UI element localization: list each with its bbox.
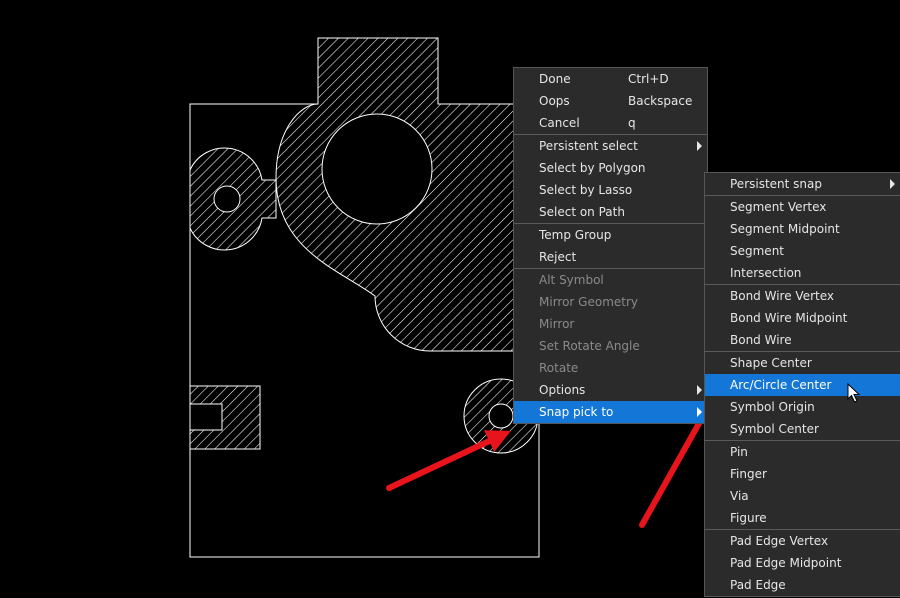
menu-item-label: Pin xyxy=(730,445,748,459)
menu-item-label: Cancel xyxy=(539,116,580,130)
left-pad-hatched[interactable] xyxy=(189,147,277,251)
menu-item-label: Bond Wire Midpoint xyxy=(730,311,848,325)
menu-item-label: Persistent select xyxy=(539,139,638,153)
snap-menu-item-bond-wire-vertex[interactable]: Bond Wire Vertex xyxy=(705,285,900,307)
context-menu-item-set-rotate-angle: Set Rotate Angle xyxy=(514,335,707,357)
menu-item-label: Pad Edge Vertex xyxy=(730,534,829,548)
menu-item-label: Done xyxy=(539,72,571,86)
menu-item-label: Arc/Circle Center xyxy=(730,378,832,392)
snap-menu-item-intersection[interactable]: Intersection xyxy=(705,262,900,284)
menu-item-label: Mirror Geometry xyxy=(539,295,639,309)
menu-item-label: Oops xyxy=(539,94,570,108)
context-menu-item-persistent-select[interactable]: Persistent select xyxy=(514,135,707,157)
snap-menu-item-bond-wire-midpoint[interactable]: Bond Wire Midpoint xyxy=(705,307,900,329)
menu-item-label: Persistent snap xyxy=(730,177,823,191)
snap-menu-item-via[interactable]: Via xyxy=(705,485,900,507)
snap-menu-item-pad-edge[interactable]: Pad Edge xyxy=(705,574,900,596)
context-menu[interactable]: Done Ctrl+D Oops Backspace Cancel q Persistent… xyxy=(513,67,708,424)
menu-item-label: Via xyxy=(730,489,749,503)
snap-menu-item-bond-wire[interactable]: Bond Wire xyxy=(705,329,900,351)
snap-menu-item-pad-edge-midpoint[interactable]: Pad Edge Midpoint xyxy=(705,552,900,574)
context-menu-item-done[interactable]: Done Ctrl+D xyxy=(514,68,707,90)
menu-item-label: Bond Wire xyxy=(730,333,792,347)
snap-menu-item-symbol-center[interactable]: Symbol Center xyxy=(705,418,900,440)
snap-menu-item-arc-circle-center[interactable]: Arc/Circle Center xyxy=(705,374,900,396)
menu-item-label: Mirror xyxy=(539,317,575,331)
menu-item-label: Shape Center xyxy=(730,356,812,370)
menu-item-label: Options xyxy=(539,383,586,397)
mouse-pointer-icon xyxy=(847,383,861,403)
snap-menu-item-persistent-snap[interactable]: Persistent snap xyxy=(705,173,900,195)
menu-item-label: Snap pick to xyxy=(539,405,614,419)
context-menu-item-rotate: Rotate xyxy=(514,357,707,379)
snap-menu-item-segment[interactable]: Segment xyxy=(705,240,900,262)
context-menu-item-mirror-geometry: Mirror Geometry xyxy=(514,291,707,313)
menu-item-shortcut: Ctrl+D xyxy=(628,72,669,86)
snap-menu-item-segment-midpoint[interactable]: Segment Midpoint xyxy=(705,218,900,240)
snap-pick-submenu[interactable]: Persistent snap Segment Vertex Segment Mid… xyxy=(704,172,900,597)
snap-menu-item-segment-vertex[interactable]: Segment Vertex xyxy=(705,196,900,218)
context-menu-item-cancel[interactable]: Cancel q xyxy=(514,112,707,134)
context-menu-item-alt-symbol: Alt Symbol xyxy=(514,269,707,291)
menu-item-label: Set Rotate Angle xyxy=(539,339,640,353)
chevron-right-icon xyxy=(697,385,702,395)
context-menu-item-select-by-lasso[interactable]: Select by Lasso xyxy=(514,179,707,201)
large-hatched-shape[interactable] xyxy=(275,37,515,352)
menu-item-label: Pad Edge Midpoint xyxy=(730,556,842,570)
context-menu-item-mirror: Mirror xyxy=(514,313,707,335)
red-arrow-icon xyxy=(386,430,511,491)
menu-item-label: Select on Path xyxy=(539,205,625,219)
context-menu-item-snap-pick-to[interactable]: Snap pick to xyxy=(514,401,707,423)
context-menu-item-oops[interactable]: Oops Backspace xyxy=(514,90,707,112)
snap-menu-item-shape-center[interactable]: Shape Center xyxy=(705,352,900,374)
menu-item-label: Alt Symbol xyxy=(539,273,604,287)
context-menu-item-select-by-polygon[interactable]: Select by Polygon xyxy=(514,157,707,179)
menu-item-shortcut: Backspace xyxy=(628,94,693,108)
menu-item-label: Symbol Origin xyxy=(730,400,815,414)
chevron-right-icon xyxy=(697,141,702,151)
context-menu-item-options[interactable]: Options xyxy=(514,379,707,401)
context-menu-item-temp-group[interactable]: Temp Group xyxy=(514,224,707,246)
menu-item-label: Segment Midpoint xyxy=(730,222,840,236)
left-bracket-hatched[interactable] xyxy=(189,385,261,450)
menu-item-label: Segment Vertex xyxy=(730,200,827,214)
menu-item-label: Reject xyxy=(539,250,577,264)
menu-item-label: Bond Wire Vertex xyxy=(730,289,834,303)
context-menu-item-select-on-path[interactable]: Select on Path xyxy=(514,201,707,223)
menu-item-label: Figure xyxy=(730,511,767,525)
context-menu-item-reject[interactable]: Reject xyxy=(514,246,707,268)
chevron-right-icon xyxy=(697,407,702,417)
snap-menu-item-finger[interactable]: Finger xyxy=(705,463,900,485)
menu-item-label: Finger xyxy=(730,467,767,481)
snap-menu-item-pad-edge-vertex[interactable]: Pad Edge Vertex xyxy=(705,530,900,552)
menu-item-label: Segment xyxy=(730,244,784,258)
menu-item-label: Pad Edge xyxy=(730,578,786,592)
chevron-right-icon xyxy=(890,179,895,189)
menu-item-label: Select by Lasso xyxy=(539,183,633,197)
snap-menu-item-figure[interactable]: Figure xyxy=(705,507,900,529)
menu-item-label: Symbol Center xyxy=(730,422,819,436)
menu-item-label: Temp Group xyxy=(539,228,612,242)
menu-item-label: Select by Polygon xyxy=(539,161,646,175)
menu-item-label: Rotate xyxy=(539,361,579,375)
menu-item-shortcut: q xyxy=(628,116,636,130)
menu-item-label: Intersection xyxy=(730,266,802,280)
snap-menu-item-pin[interactable]: Pin xyxy=(705,441,900,463)
snap-menu-item-symbol-origin[interactable]: Symbol Origin xyxy=(705,396,900,418)
